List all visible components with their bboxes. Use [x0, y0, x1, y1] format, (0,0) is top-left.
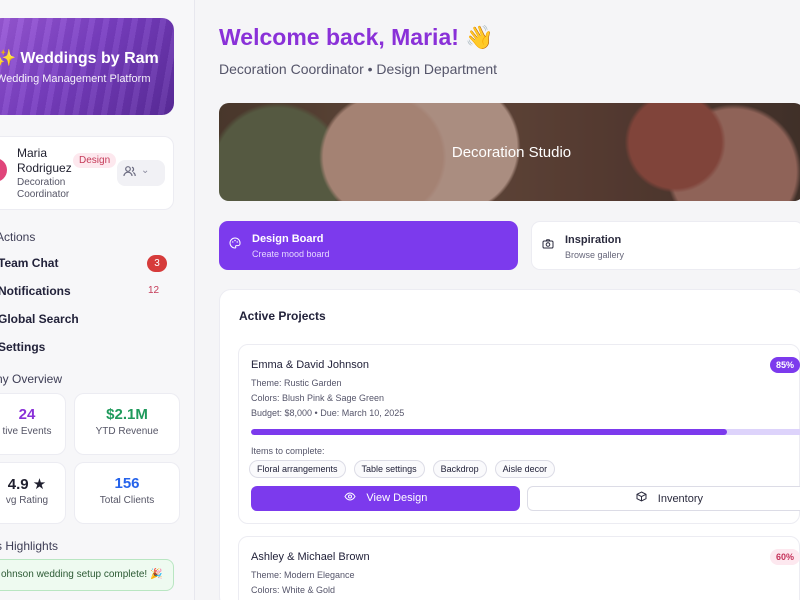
brand-banner[interactable]: ✨ Weddings by Ram Wedding Management Pla… — [0, 18, 174, 115]
stat-ytd-revenue: $2.1M YTD Revenue — [74, 393, 180, 455]
stat-label: vg Rating — [5, 495, 49, 506]
nav-settings[interactable]: Settings — [0, 340, 45, 354]
inspiration-title: Inspiration — [565, 234, 622, 246]
stat-active-events: 24 tive Events — [0, 393, 66, 455]
hero-banner: Decoration Studio — [219, 103, 800, 201]
active-projects-panel: Active Projects Emma & David Johnson 85%… — [219, 289, 800, 600]
nav-global-search[interactable]: Global Search — [0, 312, 79, 326]
page-subtitle: Decoration Coordinator • Design Departme… — [219, 61, 498, 77]
items-label: Items to complete: — [251, 446, 325, 456]
progress-badge: 85% — [769, 357, 800, 373]
role-switcher[interactable]: ⌄ — [117, 160, 165, 186]
notifications-badge: 12 — [148, 285, 160, 296]
design-board-title: Design Board — [252, 233, 324, 245]
projects-title: Active Projects — [239, 309, 326, 323]
main-content: Welcome back, Maria! 👋 Decoration Coordi… — [196, 0, 800, 600]
project-colors: Colors: White & Gold — [251, 585, 336, 595]
project-theme: Theme: Modern Elegance — [251, 570, 355, 580]
profile-name: Maria Rodriguez — [17, 146, 72, 175]
project-colors: Colors: Blush Pink & Sage Green — [251, 393, 385, 403]
item-chips: Floral arrangements Table settings Backd… — [249, 460, 556, 478]
inventory-button[interactable]: Inventory — [527, 486, 800, 511]
palette-icon — [229, 237, 241, 252]
box-icon — [636, 491, 650, 505]
progress-badge: 60% — [769, 549, 800, 565]
nav-notifications[interactable]: Notifications — [0, 284, 71, 298]
welcome-heading: Welcome back, Maria! 👋 — [219, 24, 494, 50]
project-name: Ashley & Michael Brown — [251, 551, 370, 563]
team-chat-badge: 3 — [147, 255, 167, 272]
highlight-toast: ohnson wedding setup complete! 🎉 — [0, 559, 174, 591]
chevron-down-icon: ⌄ — [141, 165, 150, 176]
design-board-button[interactable]: Design Board Create mood board — [219, 221, 518, 270]
stat-value: 156 — [114, 475, 140, 492]
hero-title: Decoration Studio — [451, 144, 572, 161]
item-chip: Floral arrangements — [249, 460, 346, 478]
view-design-button[interactable]: View Design — [251, 486, 520, 511]
highlights-section-title: s Highlights — [0, 539, 59, 553]
camera-icon — [542, 238, 554, 253]
sidebar: ✨ Weddings by Ram Wedding Management Pla… — [0, 0, 195, 600]
eye-icon — [344, 492, 359, 504]
overview-section-title: ny Overview — [0, 372, 63, 386]
stat-avg-rating: 4.9 ★ vg Rating — [0, 462, 66, 524]
stat-total-clients: 156 Total Clients — [74, 462, 180, 524]
project-budget: Budget: $8,000 • Due: March 10, 2025 — [251, 408, 405, 418]
users-icon — [123, 166, 136, 180]
actions-section-title: Actions — [0, 230, 36, 244]
avatar — [0, 158, 7, 182]
profile-role: Decoration Coordinator — [17, 177, 70, 200]
brand-title: ✨ Weddings by Ram — [0, 50, 159, 67]
nav-team-chat[interactable]: Team Chat — [0, 256, 58, 270]
project-card: Emma & David Johnson 85% Theme: Rustic G… — [238, 344, 800, 524]
stat-value: 4.9 ★ — [7, 476, 47, 493]
stat-value: 24 — [18, 406, 36, 423]
role-badge: Design — [73, 153, 117, 168]
design-board-subtitle: Create mood board — [252, 249, 330, 259]
item-chip: Aisle decor — [494, 460, 556, 478]
stat-label: Total Clients — [99, 495, 155, 506]
stat-label: tive Events — [2, 426, 52, 437]
inventory-label: Inventory — [657, 493, 704, 505]
inspiration-subtitle: Browse gallery — [565, 250, 625, 260]
stat-value: $2.1M — [106, 406, 148, 423]
progress-bar — [251, 429, 800, 435]
project-theme: Theme: Rustic Garden — [251, 378, 342, 388]
inspiration-button[interactable]: Inspiration Browse gallery — [531, 221, 800, 270]
stat-label: YTD Revenue — [95, 426, 159, 437]
project-name: Emma & David Johnson — [251, 359, 369, 371]
profile-card: Maria Rodriguez Decoration Coordinator D… — [0, 136, 174, 210]
progress-bar-fill — [251, 429, 727, 435]
brand-subtitle: Wedding Management Platform — [0, 73, 151, 85]
item-chip: Backdrop — [432, 460, 487, 478]
item-chip: Table settings — [353, 460, 425, 478]
view-design-label: View Design — [366, 492, 428, 504]
project-card: Ashley & Michael Brown 60% Theme: Modern… — [238, 536, 800, 600]
